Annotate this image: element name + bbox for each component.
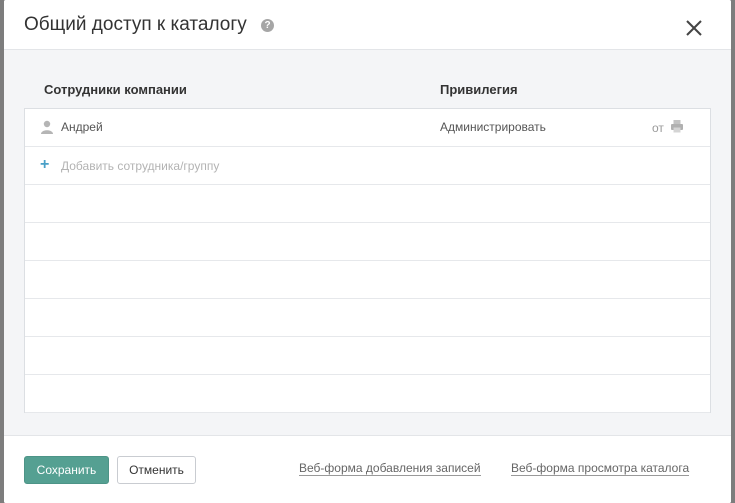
column-header-employees: Сотрудники компании xyxy=(44,82,187,97)
table-row[interactable]: Андрей Администрировать от xyxy=(25,109,710,147)
help-icon[interactable]: ? xyxy=(261,19,274,32)
empty-row xyxy=(25,185,710,223)
close-button[interactable] xyxy=(682,16,706,40)
dialog-title: Общий доступ к каталогу xyxy=(24,14,247,35)
dialog-footer: Сохранить Отменить Веб-форма добавления … xyxy=(4,435,731,503)
privilege-value[interactable]: Администрировать xyxy=(440,120,546,134)
view-catalog-webform-link[interactable]: Веб-форма просмотра каталога xyxy=(511,461,690,476)
employee-name: Андрей xyxy=(61,120,103,134)
user-icon xyxy=(41,120,53,134)
plus-icon: + xyxy=(40,156,50,173)
from-label: от xyxy=(652,121,664,135)
close-icon xyxy=(686,20,702,36)
access-table: Андрей Администрировать от + Добавить со… xyxy=(24,108,711,413)
save-button[interactable]: Сохранить xyxy=(24,456,109,484)
add-employee-link[interactable]: Добавить сотрудника/группу xyxy=(61,159,219,173)
backdrop-right xyxy=(731,0,735,503)
dialog-header: Общий доступ к каталогу ? xyxy=(4,0,731,50)
printer-icon[interactable] xyxy=(670,119,684,133)
empty-row xyxy=(25,337,710,375)
share-catalog-dialog: Общий доступ к каталогу ? Сотрудники ком… xyxy=(4,0,731,503)
add-employee-row[interactable]: + Добавить сотрудника/группу xyxy=(25,147,710,185)
empty-row xyxy=(25,261,710,299)
column-header-privilege: Привилегия xyxy=(440,82,518,97)
empty-row xyxy=(25,299,710,337)
add-records-webform-link[interactable]: Веб-форма добавления записей xyxy=(299,461,481,476)
empty-row xyxy=(25,223,710,261)
cancel-button[interactable]: Отменить xyxy=(117,456,196,484)
empty-row xyxy=(25,375,710,413)
